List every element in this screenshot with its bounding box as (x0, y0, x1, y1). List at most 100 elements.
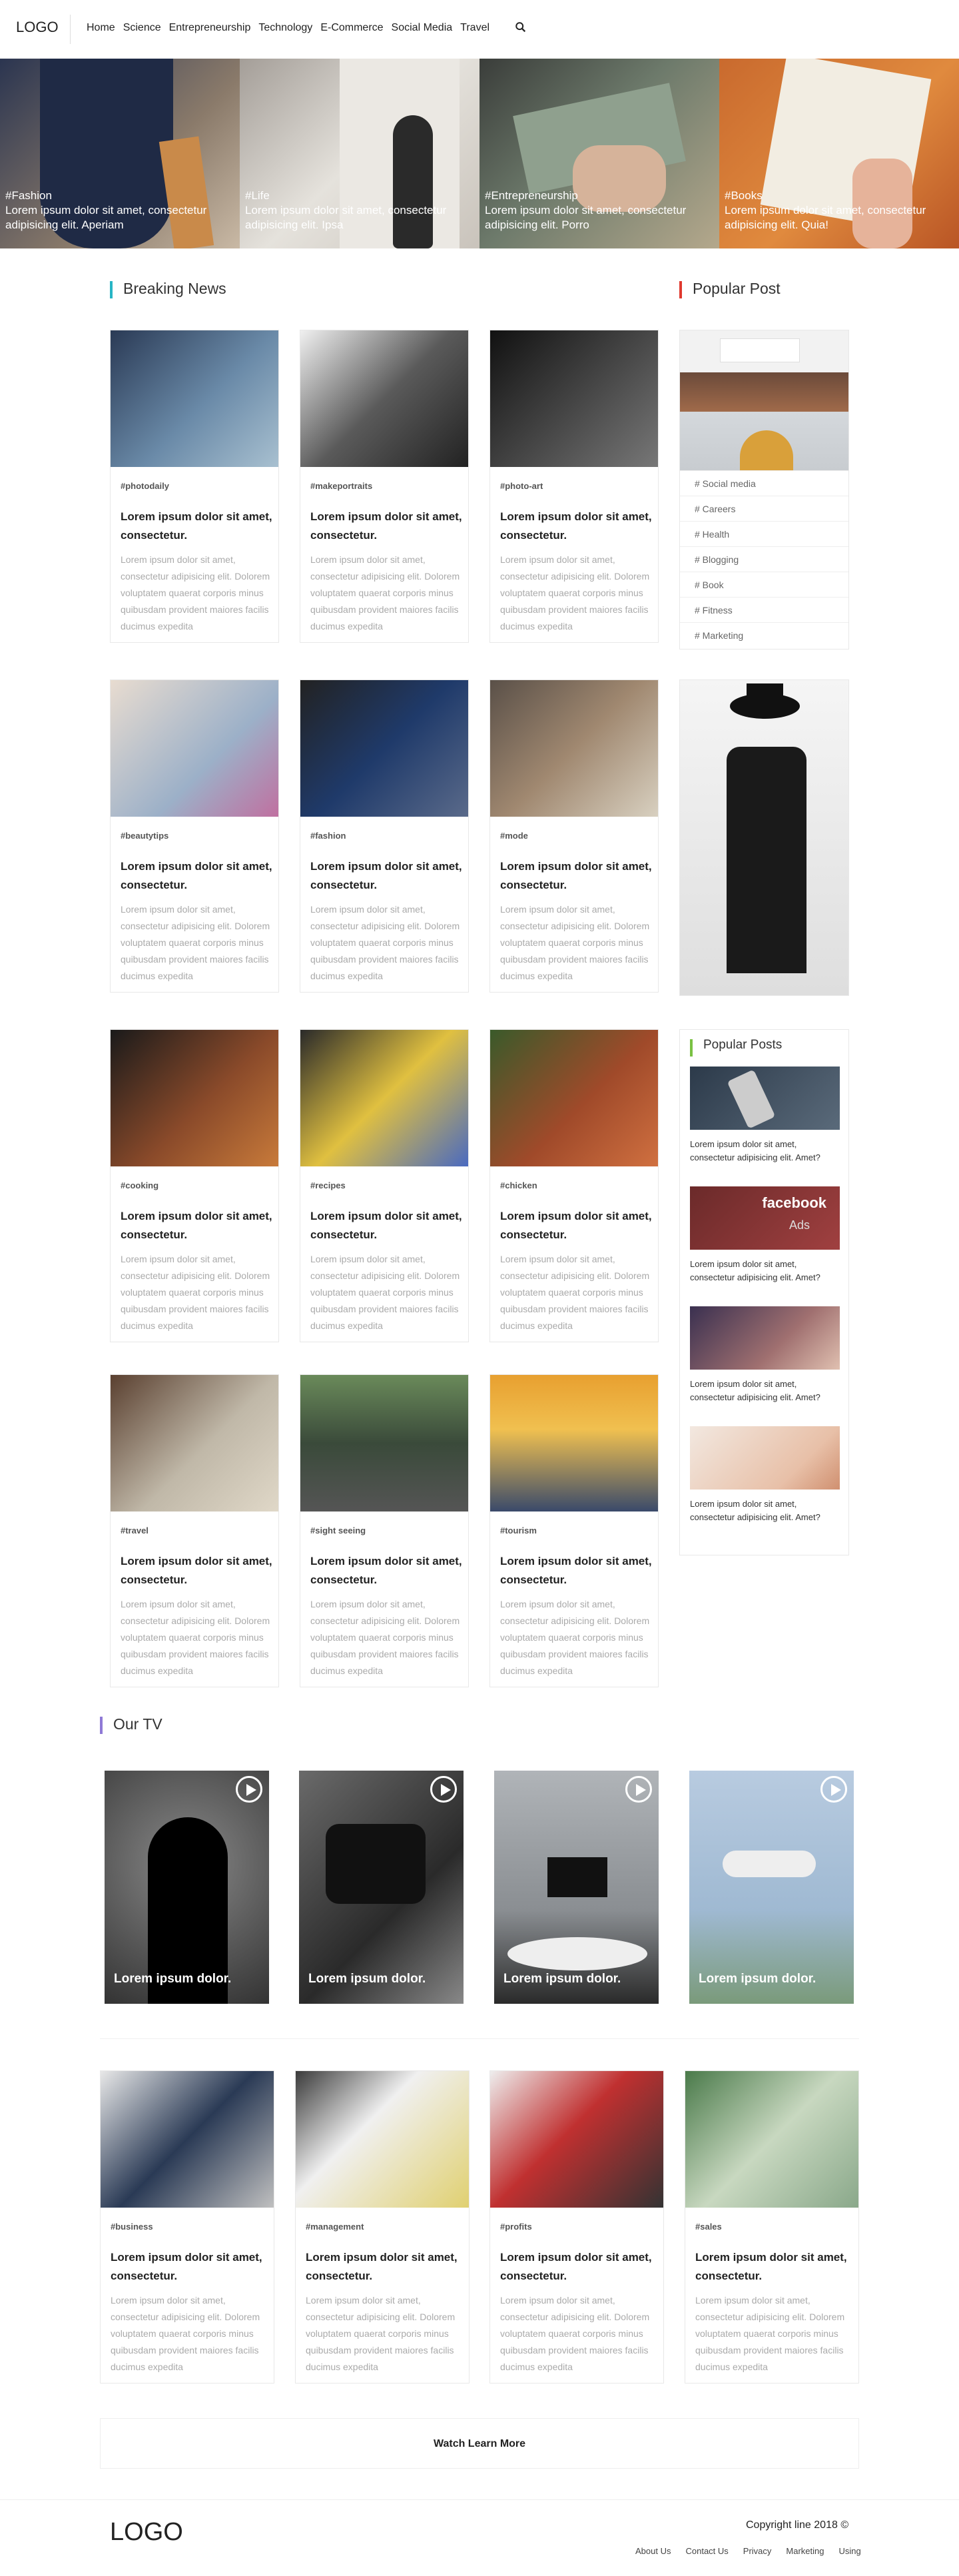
watch-learn-more-button[interactable]: Watch Learn More (100, 2418, 859, 2469)
hero-tag[interactable]: #Fashion (5, 189, 218, 203)
nav-science[interactable]: Science (123, 22, 161, 34)
card-title[interactable]: Lorem ipsum dolor sit amet, consectetur. (121, 1207, 274, 1244)
news-card[interactable]: #sight seeing Lorem ipsum dolor sit amet,… (300, 1374, 469, 1687)
card-tag[interactable]: #business (111, 2222, 153, 2232)
popular-posts-item[interactable]: Lorem ipsum dolor sit amet, consectetur … (690, 1426, 840, 1524)
card-tag[interactable]: #cooking (121, 1180, 159, 1190)
card-tag[interactable]: #travel (121, 1525, 149, 1535)
nav-entrepreneurship[interactable]: Entrepreneurship (169, 22, 251, 34)
card-image[interactable] (490, 680, 658, 817)
card-image[interactable] (300, 330, 468, 467)
news-card[interactable]: #fashion Lorem ipsum dolor sit amet, cons… (300, 679, 469, 993)
popular-tag[interactable]: # Careers (680, 496, 848, 521)
card-tag[interactable]: #photodaily (121, 481, 169, 491)
card-image[interactable] (300, 680, 468, 817)
card-image[interactable] (300, 1030, 468, 1166)
footer-link-marketing[interactable]: Marketing (786, 2546, 824, 2556)
card-title[interactable]: Lorem ipsum dolor sit amet, consectetur. (121, 1552, 274, 1589)
card-title[interactable]: Lorem ipsum dolor sit amet, consectetur. (306, 2248, 459, 2286)
card-image[interactable] (490, 330, 658, 467)
hero-books[interactable]: #Books Lorem ipsum dolor sit amet, consec… (719, 59, 959, 248)
card-title[interactable]: Lorem ipsum dolor sit amet, consectetur. (310, 1552, 464, 1589)
hero-fashion[interactable]: #Fashion Lorem ipsum dolor sit amet, cons… (0, 59, 240, 248)
cards-image[interactable] (690, 1306, 840, 1370)
logo[interactable]: LOGO (16, 19, 59, 36)
footer-logo[interactable]: LOGO (110, 2518, 183, 2547)
card-tag[interactable]: #makeportraits (310, 481, 372, 491)
card-tag[interactable]: #management (306, 2222, 364, 2232)
card-title[interactable]: Lorem ipsum dolor sit amet, consectetur. (500, 1552, 653, 1589)
news-card[interactable]: #photodaily Lorem ipsum dolor sit amet, c… (110, 330, 279, 643)
news-card[interactable]: #travel Lorem ipsum dolor sit amet, conse… (110, 1374, 279, 1687)
card-image[interactable] (300, 1375, 468, 1511)
card-image[interactable] (111, 1375, 278, 1511)
card-title[interactable]: Lorem ipsum dolor sit amet, consectetur. (310, 508, 464, 545)
card-tag[interactable]: #beautytips (121, 831, 168, 841)
card-image[interactable] (296, 2071, 469, 2208)
news-card[interactable]: #sales Lorem ipsum dolor sit amet, consec… (685, 2070, 859, 2383)
card-title[interactable]: Lorem ipsum dolor sit amet, consectetur. (111, 2248, 264, 2286)
hero-entrepreneurship[interactable]: #Entrepreneurship Lorem ipsum dolor sit a… (480, 59, 719, 248)
popular-tag[interactable]: # Fitness (680, 597, 848, 622)
news-card[interactable]: #photo-art Lorem ipsum dolor sit amet, co… (489, 330, 659, 643)
card-tag[interactable]: #tourism (500, 1525, 537, 1535)
hero-tag[interactable]: #Entrepreneurship (485, 189, 698, 203)
news-card[interactable]: #profits Lorem ipsum dolor sit amet, cons… (489, 2070, 664, 2383)
popular-posts-item[interactable]: Lorem ipsum dolor sit amet, consectetur … (690, 1306, 840, 1404)
news-card[interactable]: #makeportraits Lorem ipsum dolor sit amet… (300, 330, 469, 643)
nav-social-media[interactable]: Social Media (392, 22, 453, 34)
card-title[interactable]: Lorem ipsum dolor sit amet, consectetur. (500, 2248, 653, 2286)
tv-video[interactable]: Lorem ipsum dolor. (299, 1771, 464, 2004)
news-card[interactable]: #beautytips Lorem ipsum dolor sit amet, c… (110, 679, 279, 993)
popular-posts-item[interactable]: facebook Ads Lorem ipsum dolor sit amet, … (690, 1186, 840, 1284)
card-image[interactable] (101, 2071, 274, 2208)
card-image[interactable] (685, 2071, 858, 2208)
facebook-ad-image[interactable]: facebook Ads (690, 1186, 840, 1250)
footer-link-contact[interactable]: Contact Us (685, 2546, 728, 2556)
footer-link-about[interactable]: About Us (635, 2546, 671, 2556)
card-tag[interactable]: #mode (500, 831, 528, 841)
card-tag[interactable]: #sight seeing (310, 1525, 366, 1535)
card-image[interactable] (111, 330, 278, 467)
nav-ecommerce[interactable]: E-Commerce (320, 22, 383, 34)
hero-tag[interactable]: #Books (725, 189, 938, 203)
hero-life[interactable]: #Life Lorem ipsum dolor sit amet, consect… (240, 59, 480, 248)
tv-video[interactable]: Lorem ipsum dolor. (689, 1771, 854, 2004)
popular-tag[interactable]: # Health (680, 521, 848, 546)
nav-technology[interactable]: Technology (258, 22, 312, 34)
popular-posts-item[interactable]: Lorem ipsum dolor sit amet, consectetur … (690, 1067, 840, 1164)
card-title[interactable]: Lorem ipsum dolor sit amet, consectetur. (695, 2248, 848, 2286)
tv-video[interactable]: Lorem ipsum dolor. (494, 1771, 659, 2004)
search-icon[interactable] (515, 21, 527, 33)
card-title[interactable]: Lorem ipsum dolor sit amet, consectetur. (121, 508, 274, 545)
tv-video[interactable]: Lorem ipsum dolor. (105, 1771, 269, 2004)
footer-link-privacy[interactable]: Privacy (743, 2546, 772, 2556)
card-tag[interactable]: #fashion (310, 831, 346, 841)
card-image[interactable] (111, 1030, 278, 1166)
footer-link-using[interactable]: Using (839, 2546, 861, 2556)
card-title[interactable]: Lorem ipsum dolor sit amet, consectetur. (121, 857, 274, 895)
nav-travel[interactable]: Travel (460, 22, 489, 34)
play-icon[interactable] (820, 1776, 847, 1803)
card-image[interactable] (490, 1030, 658, 1166)
card-title[interactable]: Lorem ipsum dolor sit amet, consectetur. (310, 1207, 464, 1244)
card-title[interactable]: Lorem ipsum dolor sit amet, consectetur. (500, 857, 653, 895)
card-title[interactable]: Lorem ipsum dolor sit amet, consectetur. (310, 857, 464, 895)
news-card[interactable]: #tourism Lorem ipsum dolor sit amet, cons… (489, 1374, 659, 1687)
popular-tag[interactable]: # Social media (680, 470, 848, 496)
fashion-ad-image[interactable] (679, 679, 849, 996)
card-tag[interactable]: #recipes (310, 1180, 346, 1190)
play-icon[interactable] (430, 1776, 457, 1803)
card-tag[interactable]: #photo-art (500, 481, 543, 491)
popular-tag[interactable]: # Blogging (680, 546, 848, 572)
nav-home[interactable]: Home (87, 22, 115, 34)
play-icon[interactable] (236, 1776, 262, 1803)
popular-post-image[interactable] (680, 330, 848, 470)
news-card[interactable]: #mode Lorem ipsum dolor sit amet, consect… (489, 679, 659, 993)
card-title[interactable]: Lorem ipsum dolor sit amet, consectetur. (500, 1207, 653, 1244)
popular-tag[interactable]: # Book (680, 572, 848, 597)
news-card[interactable]: #cooking Lorem ipsum dolor sit amet, cons… (110, 1029, 279, 1342)
charts-image[interactable] (690, 1426, 840, 1490)
news-card[interactable]: #chicken Lorem ipsum dolor sit amet, cons… (489, 1029, 659, 1342)
card-image[interactable] (490, 2071, 663, 2208)
